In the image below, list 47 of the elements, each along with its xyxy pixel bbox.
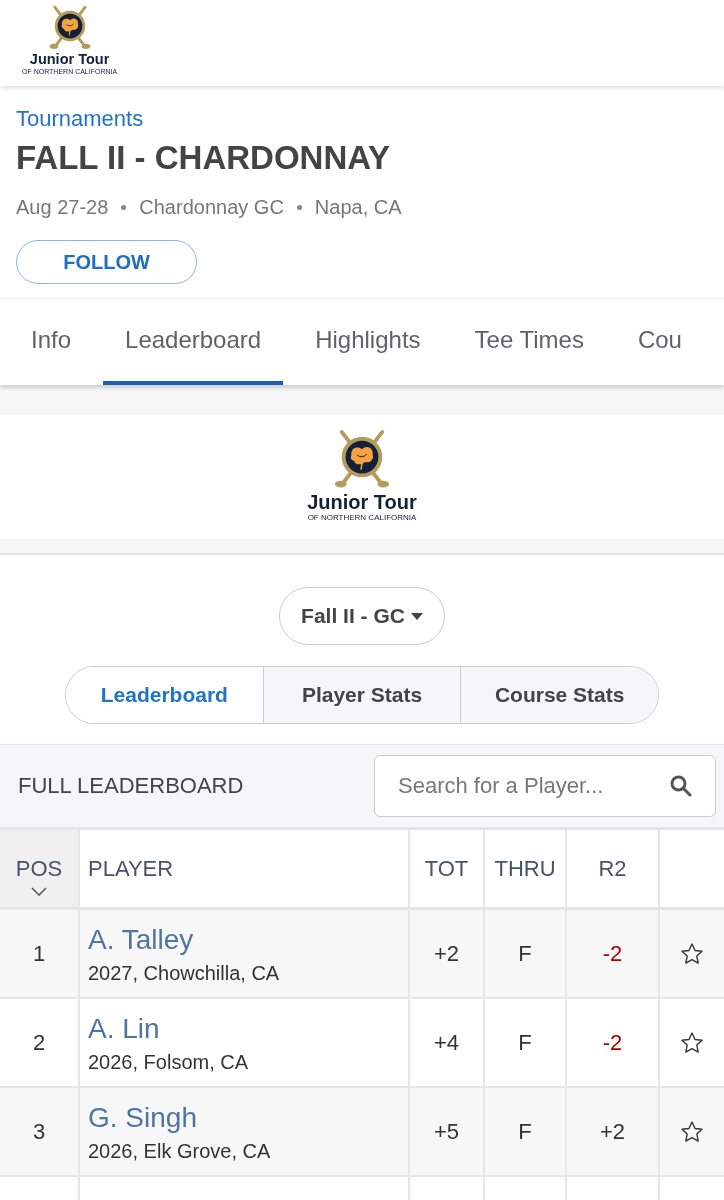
total-score: +5 bbox=[433, 1118, 460, 1145]
player-name-link[interactable]: A. Talley bbox=[88, 922, 194, 957]
bullet-separator-icon bbox=[296, 204, 302, 210]
crossed-clubs-emblem-icon bbox=[333, 429, 391, 489]
follow-button[interactable]: FOLLOW bbox=[16, 240, 197, 284]
sort-chevron-icon bbox=[31, 886, 47, 896]
round-score: -2 bbox=[602, 1029, 623, 1056]
logo-tagline: OF NORTHERN CALIFORNIA bbox=[307, 513, 417, 523]
search-icon[interactable] bbox=[669, 774, 692, 797]
star-icon[interactable] bbox=[681, 1121, 703, 1142]
event-detail: Chardonnay GC bbox=[139, 195, 284, 220]
tab[interactable]: Highlights bbox=[293, 299, 443, 385]
event-detail: Napa, CA bbox=[314, 195, 402, 220]
bullet-separator-icon bbox=[121, 204, 127, 210]
view-tab[interactable]: Player Stats bbox=[262, 667, 461, 723]
round-score: +2 bbox=[599, 1118, 626, 1145]
column-header[interactable]: POS bbox=[0, 830, 80, 907]
tournament-title: FALL II - CHARDONNAY bbox=[16, 138, 392, 178]
thru-status: F bbox=[518, 940, 532, 967]
position-number: 2 bbox=[32, 1029, 46, 1056]
logo-wordmark: Junior Tour bbox=[29, 51, 110, 67]
tab[interactable]: Cou bbox=[615, 299, 682, 385]
tab[interactable]: Tee Times bbox=[452, 299, 606, 385]
round-dropdown[interactable]: Fall II - GC bbox=[279, 587, 445, 645]
position-number: 3 bbox=[32, 1118, 46, 1145]
star-icon[interactable] bbox=[681, 943, 703, 964]
player-name-link[interactable]: A. Lin bbox=[88, 1011, 160, 1046]
view-tab[interactable]: Course Stats bbox=[460, 667, 658, 723]
leaderboard-title: FULL LEADERBOARD bbox=[18, 773, 244, 799]
player-details: 2026, Folsom, CA bbox=[88, 1049, 249, 1074]
thru-status: F bbox=[518, 1118, 532, 1145]
round-score: -2 bbox=[602, 940, 623, 967]
star-icon[interactable] bbox=[681, 1032, 703, 1053]
thru-status: F bbox=[518, 1029, 532, 1056]
event-detail: Aug 27-28 bbox=[16, 195, 109, 220]
tab[interactable]: Info bbox=[9, 299, 94, 385]
breadcrumb-link[interactable]: Tournaments bbox=[16, 106, 144, 132]
crossed-clubs-emblem-icon[interactable] bbox=[47, 5, 92, 50]
total-score: +4 bbox=[433, 1029, 460, 1056]
logo-wordmark: Junior Tour bbox=[307, 491, 417, 513]
caret-icon bbox=[410, 612, 423, 620]
player-details: 2027, Chowchilla, CA bbox=[88, 960, 280, 985]
total-score: +2 bbox=[433, 940, 460, 967]
search-field[interactable]: Search for a Player... bbox=[374, 755, 716, 817]
position-number: 1 bbox=[32, 940, 46, 967]
player-details: 2026, Elk Grove, CA bbox=[88, 1138, 271, 1163]
player-name-link[interactable]: G. Singh bbox=[88, 1100, 197, 1135]
